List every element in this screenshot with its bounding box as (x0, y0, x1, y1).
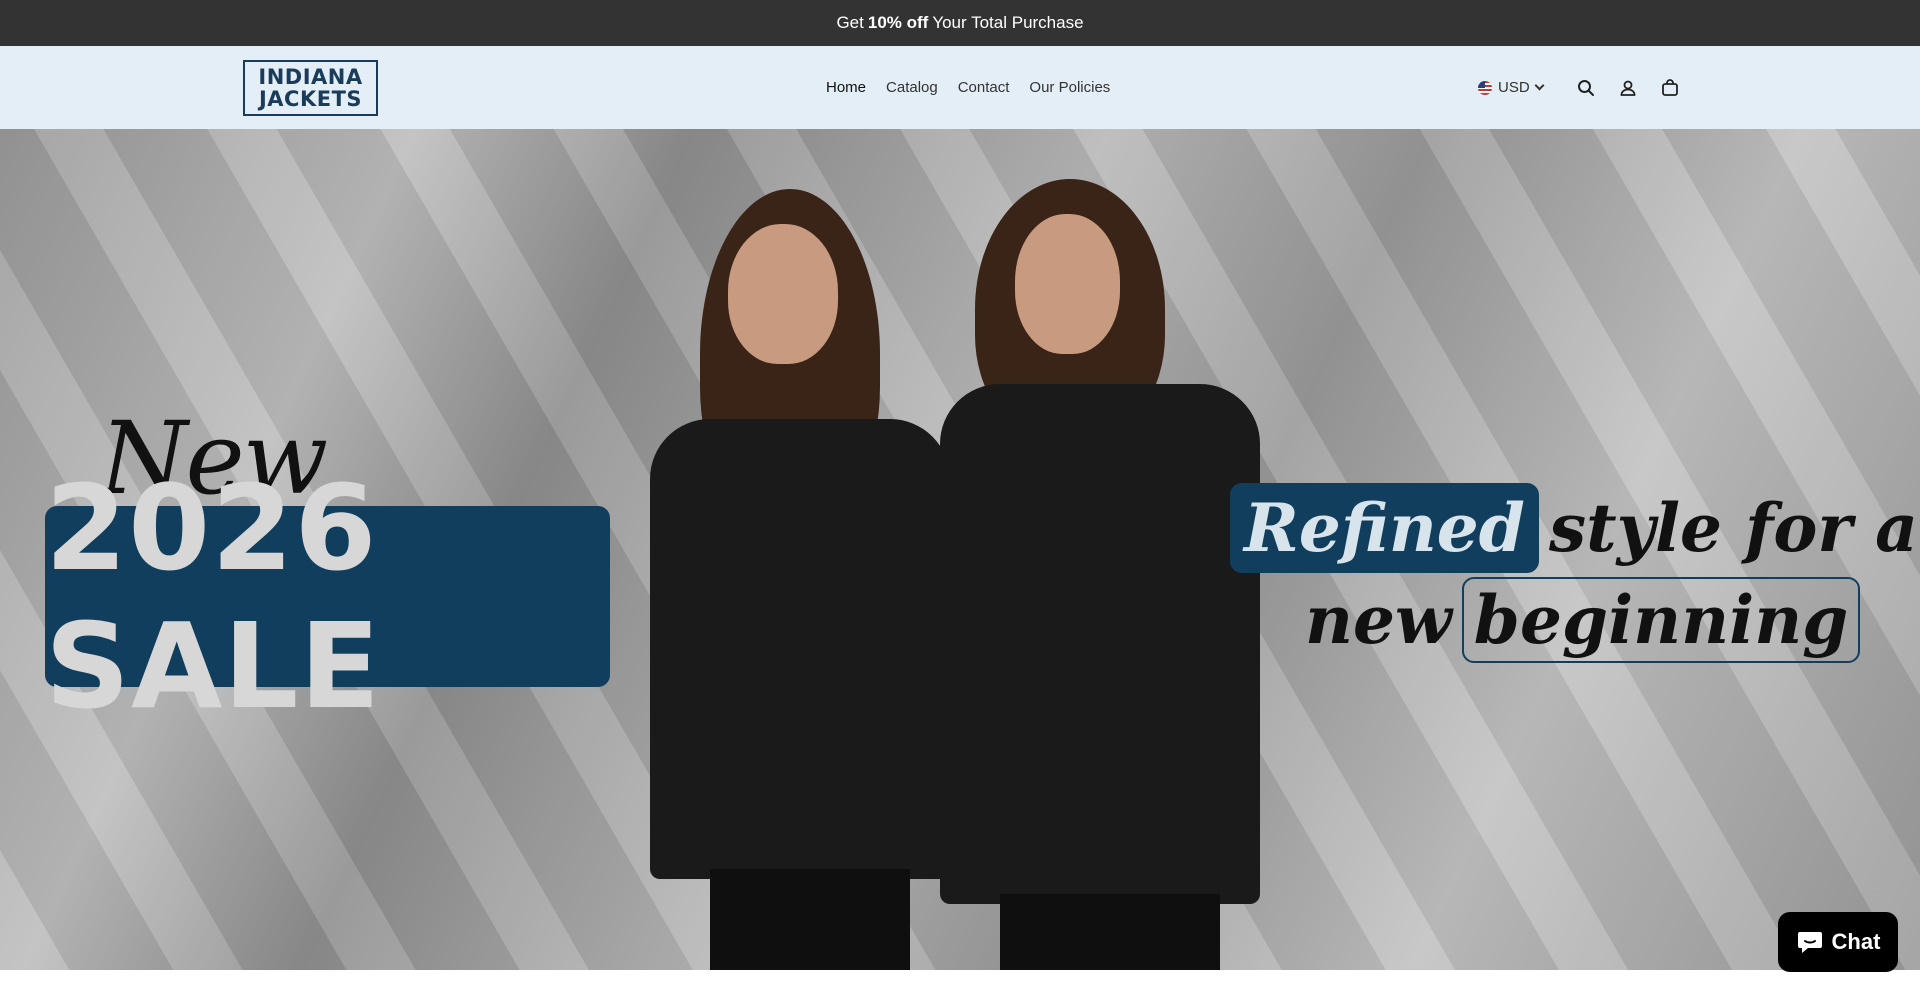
announcement-highlight: 10% off (867, 13, 929, 32)
currency-selector[interactable]: USD (1478, 79, 1545, 96)
cart-icon[interactable] (1659, 77, 1681, 99)
nav-contact[interactable]: Contact (958, 79, 1010, 96)
announcement-bar: Get 10% off Your Total Purchase (0, 0, 1920, 46)
nav-our-policies[interactable]: Our Policies (1029, 79, 1110, 96)
chat-bubble-icon (1797, 932, 1822, 953)
chevron-down-icon (1534, 80, 1545, 91)
us-flag-icon (1478, 80, 1492, 95)
hero-tagline-line1: Refined style for a (1230, 483, 1918, 573)
header-tools: USD (1478, 46, 1691, 129)
site-header: INDIANA JACKETS Home Catalog Contact Our… (0, 46, 1920, 129)
main-nav: Home Catalog Contact Our Policies (826, 46, 1110, 129)
logo-line1: INDIANA (258, 65, 363, 89)
nav-catalog[interactable]: Catalog (886, 79, 938, 96)
tagline-highlight: Refined (1230, 483, 1539, 573)
model-right-image (920, 164, 1280, 970)
tagline-rest: style for a (1548, 489, 1918, 567)
search-icon[interactable] (1575, 77, 1597, 99)
nav-home[interactable]: Home (826, 79, 866, 96)
chat-label: Chat (1831, 929, 1881, 954)
tagline-boxed-word: beginning (1461, 577, 1861, 663)
account-icon[interactable] (1617, 77, 1639, 99)
hero-banner[interactable]: New Year 2026 SALE Refined style for a n… (0, 129, 1920, 970)
hero-sale-text: 2026 SALE (45, 458, 382, 735)
chat-button[interactable]: Chat (1778, 912, 1898, 972)
announcement-prefix: Get (836, 13, 864, 32)
logo-line2: JACKETS (258, 87, 363, 111)
tagline-new: new (1305, 581, 1452, 659)
currency-label: USD (1498, 79, 1530, 96)
hero-sale-box: 2026 SALE (45, 459, 610, 735)
announcement-suffix: Your Total Purchase (932, 13, 1084, 32)
logo[interactable]: INDIANA JACKETS (243, 60, 378, 116)
hero-tagline-line2: new beginning (1305, 577, 1861, 663)
